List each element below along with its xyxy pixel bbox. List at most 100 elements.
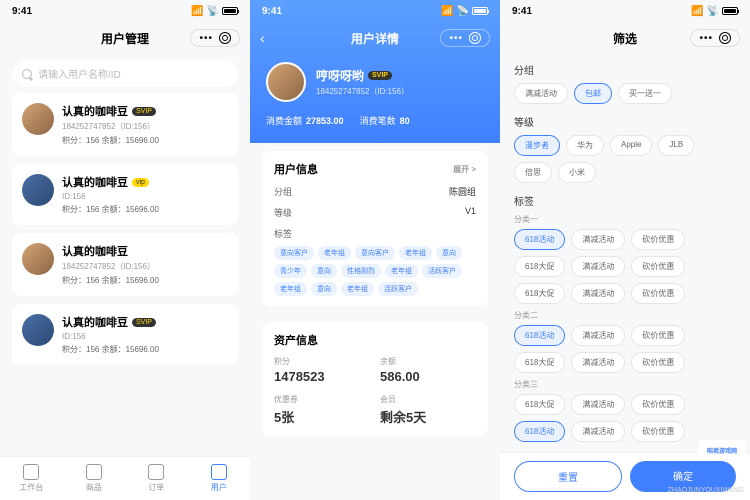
stat-count: 80 — [400, 116, 410, 126]
tag-chip[interactable]: 活跃客户 — [422, 264, 462, 278]
search-icon — [22, 69, 32, 79]
clipboard-icon — [148, 464, 164, 480]
nav-actions: ••• — [190, 29, 240, 47]
points-value: 1478523 — [274, 369, 370, 384]
tab-products[interactable]: 商品 — [63, 457, 126, 500]
stats: 消费金额27853.00 消费笔数80 — [250, 110, 500, 131]
screen-user-list: 9:41 📶 📡 用户管理 ••• 请输入用户名称/ID 认真的咖啡豆SVIP … — [0, 0, 250, 500]
menu-pill[interactable]: ••• — [190, 29, 240, 47]
tag-chip[interactable]: 老年组 — [399, 246, 432, 260]
filter-chip[interactable]: 砍价优惠 — [631, 325, 685, 346]
tag-chip[interactable]: 活跃客户 — [378, 282, 418, 296]
tab-workbench[interactable]: 工作台 — [0, 457, 63, 500]
user-card[interactable]: 认真的咖啡豆vip ID:156 积分：156 余额：15696.00 — [12, 164, 238, 225]
filter-chip[interactable]: 618大促 — [514, 283, 565, 304]
filter-chip[interactable]: JLB — [658, 135, 694, 156]
menu-pill[interactable]: ••• — [440, 29, 490, 47]
wifi-icon: 📡 — [207, 6, 219, 17]
user-list: 认真的咖啡豆SVIP 184252747852（ID:156） 积分：156 余… — [0, 93, 250, 456]
avatar — [266, 62, 306, 102]
filter-chip[interactable]: 满减活动 — [571, 352, 625, 373]
tag-chip[interactable]: 意向客户 — [355, 246, 395, 260]
status-icons: 📶 📡 — [441, 6, 488, 17]
filter-chip[interactable]: 618大促 — [514, 352, 565, 373]
user-stats: 积分：156 余额：15696.00 — [62, 204, 228, 215]
filter-chip[interactable]: 满减活动 — [571, 283, 625, 304]
filter-chip[interactable]: 满减活动 — [571, 325, 625, 346]
tag-chip[interactable]: 意向 — [311, 264, 337, 278]
filter-chip[interactable]: 满减活动 — [571, 421, 625, 442]
filter-chip[interactable]: 小米 — [558, 162, 596, 183]
tab-orders[interactable]: 订单 — [125, 457, 188, 500]
nav-bar: ‹ 用户详情 ••• — [250, 22, 500, 54]
user-stats: 积分：156 余额：15696.00 — [62, 344, 228, 355]
tags-list: 意向客户老年组意向客户老年组意向青少年意向性格刚烈老年组活跃客户老年组意向老年组… — [274, 246, 476, 296]
battery-icon — [222, 7, 238, 15]
filter-chip[interactable]: 满减活动 — [571, 229, 625, 250]
filter-chip[interactable]: 砍价优惠 — [631, 352, 685, 373]
user-card[interactable]: 认真的咖啡豆 184252747852（ID:156） 积分：156 余额：15… — [12, 233, 238, 296]
user-stats: 积分：156 余额：15696.00 — [62, 135, 228, 146]
user-info: 认真的咖啡豆SVIP 184252747852（ID:156） 积分：156 余… — [62, 103, 228, 146]
bag-icon — [86, 464, 102, 480]
profile: 哼呀呀哟SVIP 184252747852（ID:156） — [250, 54, 500, 110]
filter-chip[interactable]: 包邮 — [574, 83, 612, 104]
tag-chip[interactable]: 老年组 — [274, 282, 307, 296]
user-name: 认真的咖啡豆 — [62, 103, 128, 119]
menu-pill[interactable]: ••• — [690, 29, 740, 47]
dots-icon: ••• — [699, 33, 713, 44]
tag-chip[interactable]: 意向 — [311, 282, 337, 296]
tab-users[interactable]: 用户 — [188, 457, 251, 500]
tag-chip[interactable]: 意向客户 — [274, 246, 314, 260]
filter-chip[interactable]: 砍价优惠 — [631, 394, 685, 415]
filter-chip[interactable]: 618活动 — [514, 229, 565, 250]
filter-chip[interactable]: 漫步者 — [514, 135, 560, 156]
filter-chip[interactable]: 618活动 — [514, 421, 565, 442]
filter-chip[interactable]: 砍价优惠 — [631, 229, 685, 250]
expand-button[interactable]: 展开 > — [453, 164, 476, 175]
tag-chip[interactable]: 老年组 — [318, 246, 351, 260]
vip-badge: vip — [132, 178, 149, 187]
tag-chip[interactable]: 性格刚烈 — [341, 264, 381, 278]
status-time: 9:41 — [262, 6, 282, 17]
filter-chip[interactable]: 满减活动 — [571, 394, 625, 415]
wifi-icon: 📡 — [707, 6, 719, 17]
filter-chip[interactable]: 满减活动 — [571, 256, 625, 277]
tag-chip[interactable]: 青少年 — [274, 264, 307, 278]
tag-chip[interactable]: 老年组 — [385, 264, 418, 278]
reset-button[interactable]: 重置 — [514, 461, 622, 492]
filter-chip[interactable]: 砍价优惠 — [631, 283, 685, 304]
user-stats: 积分：156 余额：15696.00 — [62, 275, 228, 286]
user-card[interactable]: 认真的咖啡豆SVIP 184252747852（ID:156） 积分：156 余… — [12, 93, 238, 156]
page-title: 筛选 — [613, 30, 637, 47]
status-icons: 📶 📡 — [691, 6, 738, 17]
filter-chip[interactable]: 倍思 — [514, 162, 552, 183]
filter-chip[interactable]: 华为 — [566, 135, 604, 156]
user-name: 认真的咖啡豆 — [62, 243, 128, 259]
filter-chip[interactable]: 砍价优惠 — [631, 421, 685, 442]
profile-id: 184252747852（ID:156） — [316, 86, 409, 97]
balance-value: 586.00 — [380, 369, 476, 384]
search-input[interactable]: 请输入用户名称/ID — [12, 60, 238, 87]
filter-chip[interactable]: 618大促 — [514, 394, 565, 415]
logo-badge: 昭君游戏网 — [698, 440, 746, 460]
filter-chip[interactable]: 买一送一 — [618, 83, 672, 104]
level-value: V1 — [465, 206, 476, 219]
tag-row: 618活动满减活动砍价优惠 — [514, 421, 736, 442]
asset-card: 资产信息 积分1478523 余额586.00 优惠券5张 会员剩余5天 — [262, 322, 488, 436]
vip-badge: SVIP — [132, 107, 156, 116]
level-label: 等级 — [514, 114, 736, 129]
filter-chip[interactable]: 砍价优惠 — [631, 256, 685, 277]
filter-chip[interactable]: 满减活动 — [514, 83, 568, 104]
filter-chip[interactable]: 618大促 — [514, 256, 565, 277]
filter-chip[interactable]: Apple — [610, 135, 652, 156]
tag-chip[interactable]: 老年组 — [341, 282, 374, 296]
user-icon — [211, 464, 227, 480]
back-button[interactable]: ‹ — [260, 30, 265, 46]
user-card[interactable]: 认真的咖啡豆SVIP ID:156 积分：156 余额：15696.00 — [12, 304, 238, 365]
dots-icon: ••• — [449, 33, 463, 44]
tag-chip[interactable]: 意向 — [436, 246, 462, 260]
group-label: 分组 — [514, 62, 736, 77]
filter-chip[interactable]: 618活动 — [514, 325, 565, 346]
target-icon — [719, 32, 731, 44]
